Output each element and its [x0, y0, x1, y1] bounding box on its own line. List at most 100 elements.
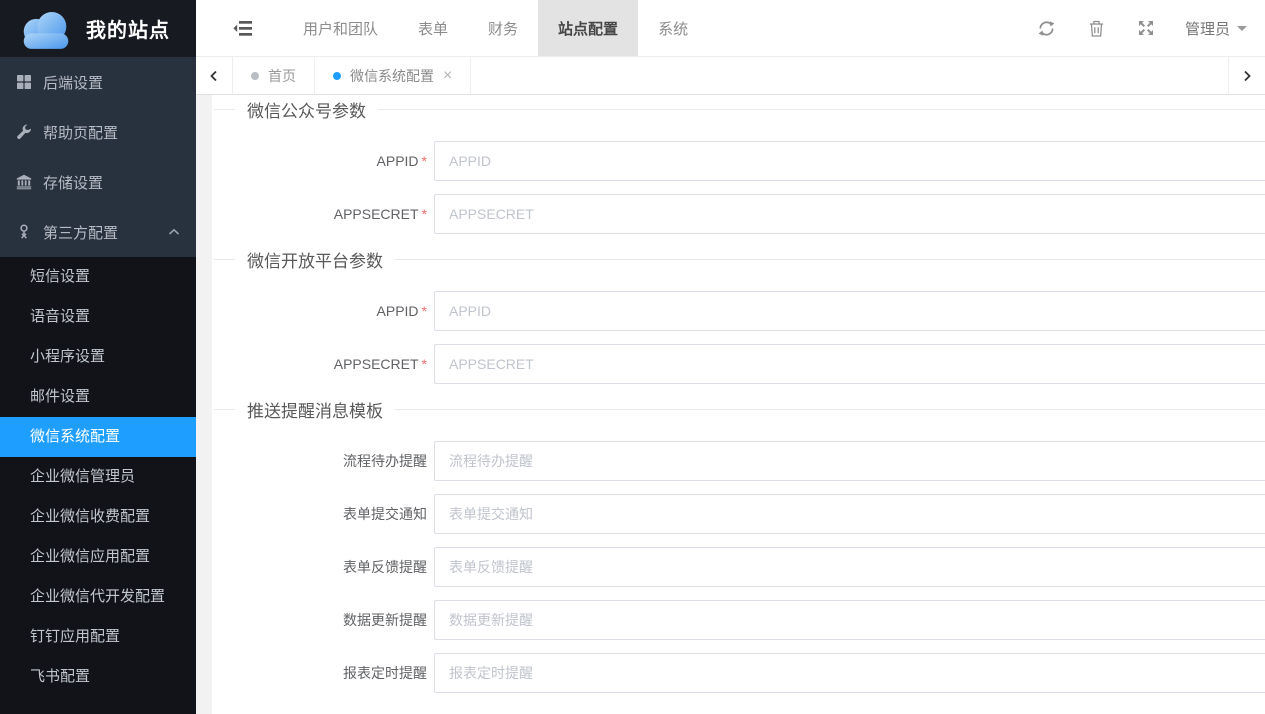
form-row: APPSECRET*	[214, 194, 1265, 234]
tab-close-icon[interactable]: ×	[443, 68, 452, 84]
required-asterisk: *	[422, 206, 427, 222]
required-asterisk: *	[422, 356, 427, 372]
sidebar-item-backend-settings[interactable]: 后端设置	[0, 57, 196, 107]
site-title: 我的站点	[86, 14, 170, 43]
field-label: APPID*	[214, 303, 427, 319]
wrench-icon	[15, 124, 32, 141]
sidebar-subitem-mail[interactable]: 邮件设置	[0, 377, 196, 417]
nav-item-forms[interactable]: 表单	[398, 0, 468, 56]
form-row: 报表定时提醒	[214, 653, 1265, 693]
collapse-menu-icon	[233, 20, 253, 37]
app-window: 我的站点 后端设置 帮助页配置 存储设置	[0, 0, 1265, 714]
sidebar-item-help-page-config[interactable]: 帮助页配置	[0, 107, 196, 157]
field-label: APPID*	[214, 153, 427, 169]
chevron-left-icon	[209, 70, 219, 82]
tab-label: 首页	[268, 66, 296, 86]
field-label: 流程待办提醒	[214, 451, 427, 471]
section-title: 微信开放平台参数	[247, 247, 383, 272]
fullscreen-icon	[1138, 20, 1154, 36]
nav-item-site-config[interactable]: 站点配置	[538, 0, 638, 56]
sidebar-subitem-sms[interactable]: 短信设置	[0, 257, 196, 297]
trash-icon	[1089, 20, 1104, 37]
input-flow-todo-reminder[interactable]	[434, 441, 1265, 481]
content-left-gutter	[196, 95, 212, 714]
divider-line	[395, 259, 1265, 260]
sidebar-subitem-feishu[interactable]: 飞书配置	[0, 657, 196, 697]
input-form-feedback-reminder[interactable]	[434, 547, 1265, 587]
sidebar: 我的站点 后端设置 帮助页配置 存储设置	[0, 0, 196, 714]
input-report-schedule-reminder[interactable]	[434, 653, 1265, 693]
collapse-sidebar-button[interactable]	[233, 20, 253, 37]
input-open-appid[interactable]	[434, 291, 1265, 331]
divider-line	[214, 409, 235, 410]
input-form-submit-notice[interactable]	[434, 494, 1265, 534]
cloud-icon	[15, 7, 77, 50]
user-menu[interactable]: 管理员	[1185, 18, 1247, 39]
refresh-button[interactable]	[1038, 20, 1055, 37]
form-row: 流程待办提醒	[214, 441, 1265, 481]
refresh-icon	[1038, 20, 1055, 37]
sidebar-subitem-wecom-app[interactable]: 企业微信应用配置	[0, 537, 196, 577]
delete-button[interactable]	[1089, 20, 1104, 37]
tab-status-dot	[251, 72, 259, 80]
nav-item-system[interactable]: 系统	[638, 0, 708, 56]
form-row: APPID*	[214, 291, 1265, 331]
site-logo[interactable]: 我的站点	[0, 0, 196, 57]
section-title: 微信公众号参数	[247, 97, 366, 122]
sidebar-item-label: 存储设置	[43, 172, 103, 193]
form-row: APPSECRET*	[214, 344, 1265, 384]
divider-line	[395, 409, 1265, 410]
top-navbar: 用户和团队 表单 财务 站点配置 系统	[196, 0, 1265, 57]
sidebar-subitem-dingtalk[interactable]: 钉钉应用配置	[0, 617, 196, 657]
sidebar-menu: 后端设置 帮助页配置 存储设置 第三方配置	[0, 57, 196, 257]
sidebar-submenu: 短信设置 语音设置 小程序设置 邮件设置 微信系统配置 企业微信管理员 企业微信…	[0, 257, 196, 714]
tab-home[interactable]: 首页	[233, 57, 315, 94]
required-asterisk: *	[422, 153, 427, 169]
sidebar-item-label: 第三方配置	[43, 222, 118, 243]
sidebar-item-third-party-config[interactable]: 第三方配置	[0, 207, 196, 257]
sidebar-subitem-wecom-dev[interactable]: 企业微信代开发配置	[0, 577, 196, 617]
field-label: 数据更新提醒	[214, 610, 427, 630]
section-title: 推送提醒消息模板	[247, 397, 383, 422]
required-asterisk: *	[422, 303, 427, 319]
sidebar-subitem-wecom-admin[interactable]: 企业微信管理员	[0, 457, 196, 497]
top-nav-actions: 管理员	[1004, 0, 1265, 56]
tab-status-dot	[333, 72, 341, 80]
settings-form: 微信公众号参数 APPID* APPSECRET* 微信开放平台参数	[212, 95, 1265, 714]
form-row: APPID*	[214, 141, 1265, 181]
divider-line	[378, 109, 1265, 110]
field-label: 表单提交通知	[214, 504, 427, 524]
grid-icon	[15, 74, 32, 91]
fullscreen-button[interactable]	[1138, 20, 1154, 36]
user-name: 管理员	[1185, 18, 1230, 39]
bank-icon	[15, 174, 32, 191]
caret-down-icon	[1237, 26, 1247, 36]
input-mp-appsecret[interactable]	[434, 194, 1265, 234]
section-header-push-templates: 推送提醒消息模板	[214, 397, 1265, 421]
sidebar-item-label: 帮助页配置	[43, 122, 118, 143]
nav-item-finance[interactable]: 财务	[468, 0, 538, 56]
key-icon	[15, 224, 32, 241]
section-header-wechat-open-platform: 微信开放平台参数	[214, 247, 1265, 271]
field-label: 表单反馈提醒	[214, 557, 427, 577]
sidebar-item-storage-settings[interactable]: 存储设置	[0, 157, 196, 207]
top-nav-items: 用户和团队 表单 财务 站点配置 系统	[283, 0, 708, 56]
sidebar-subitem-wechat-system[interactable]: 微信系统配置	[0, 417, 196, 457]
nav-item-users-teams[interactable]: 用户和团队	[283, 0, 398, 56]
tabs-scroll-right-button[interactable]	[1228, 57, 1265, 94]
input-open-appsecret[interactable]	[434, 344, 1265, 384]
input-data-update-reminder[interactable]	[434, 600, 1265, 640]
form-row: 表单提交通知	[214, 494, 1265, 534]
tab-label: 微信系统配置	[350, 66, 434, 86]
chevron-right-icon	[1242, 70, 1252, 82]
sidebar-subitem-voice[interactable]: 语音设置	[0, 297, 196, 337]
main-area: 用户和团队 表单 财务 站点配置 系统	[196, 0, 1265, 714]
form-row: 表单反馈提醒	[214, 547, 1265, 587]
sidebar-subitem-wecom-billing[interactable]: 企业微信收费配置	[0, 497, 196, 537]
tabs-scroll-left-button[interactable]	[196, 57, 233, 94]
tab-bar: 首页 微信系统配置 ×	[196, 57, 1265, 95]
tab-wechat-system-config[interactable]: 微信系统配置 ×	[315, 57, 471, 94]
divider-line	[214, 259, 235, 260]
sidebar-subitem-miniprogram[interactable]: 小程序设置	[0, 337, 196, 377]
input-mp-appid[interactable]	[434, 141, 1265, 181]
